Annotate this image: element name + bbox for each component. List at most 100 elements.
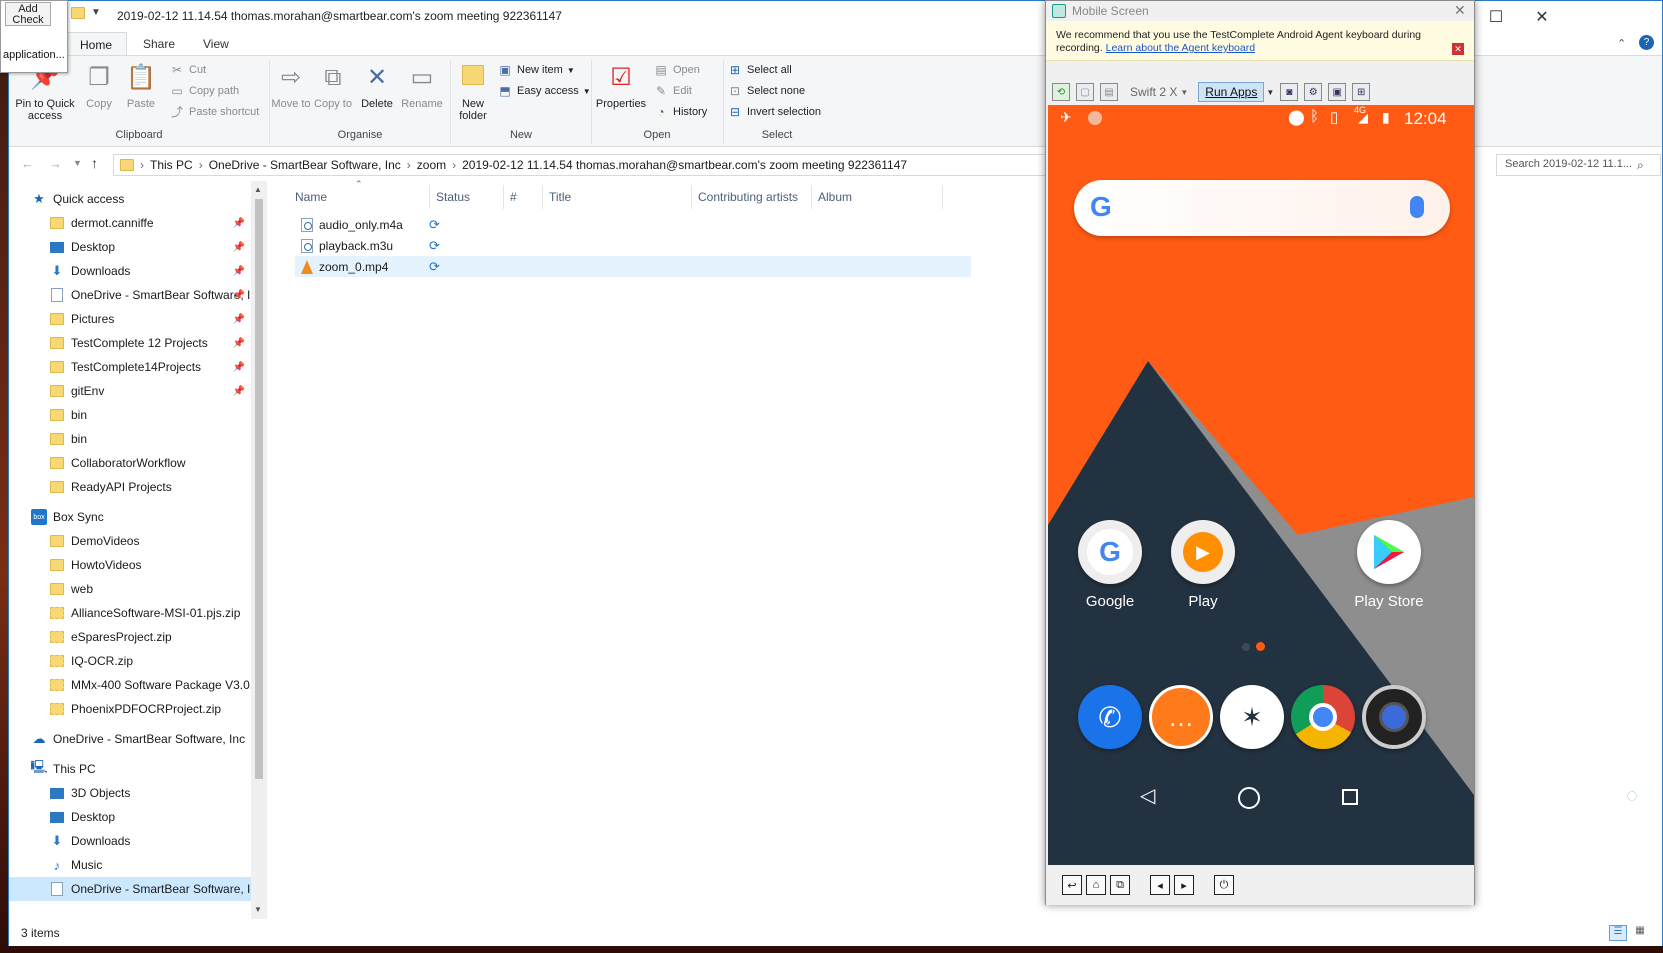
large-icons-view-icon[interactable]: ▦	[1631, 925, 1649, 941]
camera-app-icon[interactable]	[1362, 685, 1426, 749]
nav-item[interactable]: ♪ Music	[9, 853, 267, 877]
agent-app-icon[interactable]: ✶	[1220, 685, 1284, 749]
nav-item[interactable]: TestComplete 12 Projects 📌	[9, 331, 267, 355]
dismiss-note-icon[interactable]: ✕	[1452, 43, 1464, 55]
copy-to-button[interactable]: ⧉ Copy to	[313, 62, 353, 110]
open-button[interactable]: ▤ Open	[653, 60, 700, 80]
agent-keyboard-link[interactable]: Learn about the Agent keyboard	[1106, 42, 1255, 54]
volume-down-icon[interactable]: ◂	[1150, 875, 1170, 895]
nav-item[interactable]: 3D Objects	[9, 781, 267, 805]
maximize-icon[interactable]: ☐	[1473, 1, 1519, 32]
nav-item[interactable]: dermot.canniffe 📌	[9, 211, 267, 235]
file-row[interactable]: playback.m3u ⟳	[295, 235, 971, 256]
nav-item[interactable]: DemoVideos	[9, 529, 267, 553]
tab-view[interactable]: View	[189, 32, 243, 56]
new-folder-button[interactable]: New folder	[453, 62, 493, 122]
window-icon[interactable]: ⊞	[1352, 83, 1371, 101]
scroll-up-icon[interactable]: ▲	[254, 185, 262, 194]
breadcrumb-this-pc[interactable]: This PC	[150, 158, 193, 172]
nav-item[interactable]: ⬇ Downloads 📌	[9, 259, 267, 283]
add-check-button[interactable]: Add Check	[5, 2, 51, 26]
file-row[interactable]: audio_only.m4a ⟳	[295, 214, 971, 235]
nav-item[interactable]: Desktop 📌	[9, 235, 267, 259]
back-nav-icon[interactable]: ◁	[1140, 783, 1155, 808]
nav-box-sync[interactable]: box Box Sync	[9, 505, 267, 529]
nav-item[interactable]: MMx-400 Software Package V3.0.x.zi	[9, 673, 267, 697]
easy-access-button[interactable]: ⬒ Easy access ▼	[497, 81, 590, 101]
history-button[interactable]: ◔ History	[653, 102, 707, 122]
breadcrumb-zoom[interactable]: zoom	[417, 158, 446, 172]
tab-share[interactable]: Share	[129, 32, 189, 56]
nav-item[interactable]: PhoenixPDFOCRProject.zip	[9, 697, 267, 721]
application-label[interactable]: application...	[3, 49, 65, 61]
address-bar[interactable]: › This PC › OneDrive - SmartBear Softwar…	[113, 154, 1063, 176]
close-icon[interactable]: ✕	[1519, 1, 1565, 32]
chrome-icon[interactable]	[1291, 685, 1355, 749]
back-icon[interactable]: ←	[21, 156, 34, 171]
copy-button[interactable]: ❐ Copy	[81, 62, 117, 110]
new-item-button[interactable]: ▣ New item ▼	[497, 60, 574, 80]
nav-item[interactable]: ReadyAPI Projects	[9, 475, 267, 499]
edit-button[interactable]: ✎ Edit	[653, 81, 692, 101]
select-none-button[interactable]: ⊡ Select none	[727, 81, 805, 101]
help-icon[interactable]: ?	[1639, 35, 1654, 50]
power-icon[interactable]: ⏻	[1214, 875, 1234, 895]
nav-item[interactable]: bin	[9, 427, 267, 451]
paste-button[interactable]: 📋 Paste	[121, 62, 161, 110]
nav-item[interactable]: CollaboratorWorkflow	[9, 451, 267, 475]
nav-quick-access[interactable]: ★ Quick access	[9, 187, 267, 211]
file-row[interactable]: zoom_0.mp4 ⟳	[295, 256, 971, 277]
settings-icon[interactable]: ⚙	[1304, 83, 1323, 101]
nav-item[interactable]: TestComplete14Projects 📌	[9, 355, 267, 379]
microphone-icon[interactable]	[1410, 196, 1424, 218]
invert-selection-button[interactable]: ⊟ Invert selection	[727, 102, 821, 122]
recent-locations-dropdown-icon[interactable]: ▼	[73, 158, 82, 168]
column-header-contributing-artists[interactable]: Contributing artists	[692, 185, 812, 209]
nav-onedrive[interactable]: ☁ OneDrive - SmartBear Software, Inc	[9, 727, 267, 751]
column-header-title[interactable]: Title	[543, 185, 692, 209]
nav-item[interactable]: IQ-OCR.zip	[9, 649, 267, 673]
device-home-icon[interactable]: ⌂	[1086, 875, 1106, 895]
nav-item[interactable]: OneDrive - SmartBear Software, Ir 📌	[9, 283, 267, 307]
device-icon[interactable]: ▣	[1328, 83, 1347, 101]
copy-path-button[interactable]: ▭ Copy path	[169, 81, 239, 101]
paste-shortcut-button[interactable]: ⤴ Paste shortcut	[169, 102, 259, 122]
nav-item[interactable]: OneDrive - SmartBear Software, Inc	[9, 877, 267, 901]
nav-item[interactable]: eSparesProject.zip	[9, 625, 267, 649]
column-header-name[interactable]: Name	[289, 185, 430, 209]
nav-item[interactable]: bin	[9, 403, 267, 427]
nav-item[interactable]: ⬇ Downloads	[9, 829, 267, 853]
refresh-screen-icon[interactable]: ⟲	[1052, 83, 1070, 101]
compare-icon[interactable]: ▤	[1100, 83, 1118, 101]
screenshot-icon[interactable]: ▢	[1076, 83, 1094, 101]
play-store-icon[interactable]	[1357, 520, 1421, 584]
play-music-icon[interactable]: ▶	[1171, 520, 1235, 584]
nav-scrollbar[interactable]: ▲ ▼	[251, 181, 267, 919]
collapse-ribbon-icon[interactable]: ⌃	[1617, 37, 1626, 50]
up-icon[interactable]: ↑	[91, 155, 98, 171]
tab-home[interactable]: Home	[65, 32, 128, 56]
run-apps-button[interactable]: Run Apps	[1198, 82, 1265, 102]
details-view-icon[interactable]: ☰	[1609, 925, 1627, 941]
nav-item[interactable]: Desktop	[9, 805, 267, 829]
column-header-album[interactable]: Album	[812, 185, 943, 209]
google-search-bar[interactable]: G	[1074, 180, 1450, 236]
cut-button[interactable]: ✂ Cut	[169, 60, 206, 80]
device-back-icon[interactable]: ↩	[1062, 875, 1082, 895]
quick-access-toolbar-dropdown-icon[interactable]: ▼	[91, 7, 101, 18]
recents-nav-icon[interactable]	[1342, 789, 1358, 805]
nav-item[interactable]: web	[9, 577, 267, 601]
volume-up-icon[interactable]: ▸	[1174, 875, 1194, 895]
phone-dialer-icon[interactable]: ✆	[1078, 685, 1142, 749]
move-to-button[interactable]: ⇨ Move to	[271, 62, 311, 110]
forward-icon[interactable]: →	[49, 156, 62, 171]
search-icon[interactable]: ⌕	[1637, 158, 1644, 173]
zoom-dropdown[interactable]: Swift 2 X	[1130, 85, 1177, 99]
column-header-status[interactable]: Status	[430, 185, 504, 209]
google-app-icon[interactable]: G	[1078, 520, 1142, 584]
scroll-thumb[interactable]	[255, 199, 263, 779]
messages-icon[interactable]: …	[1149, 685, 1213, 749]
nav-item[interactable]: HowtoVideos	[9, 553, 267, 577]
home-nav-icon[interactable]	[1238, 787, 1260, 809]
phone-screen[interactable]: ✈ ⬤ ᛒ ▯ 4G ◢ ▮ 12:04 G G Google ▶ Play P…	[1048, 105, 1474, 865]
